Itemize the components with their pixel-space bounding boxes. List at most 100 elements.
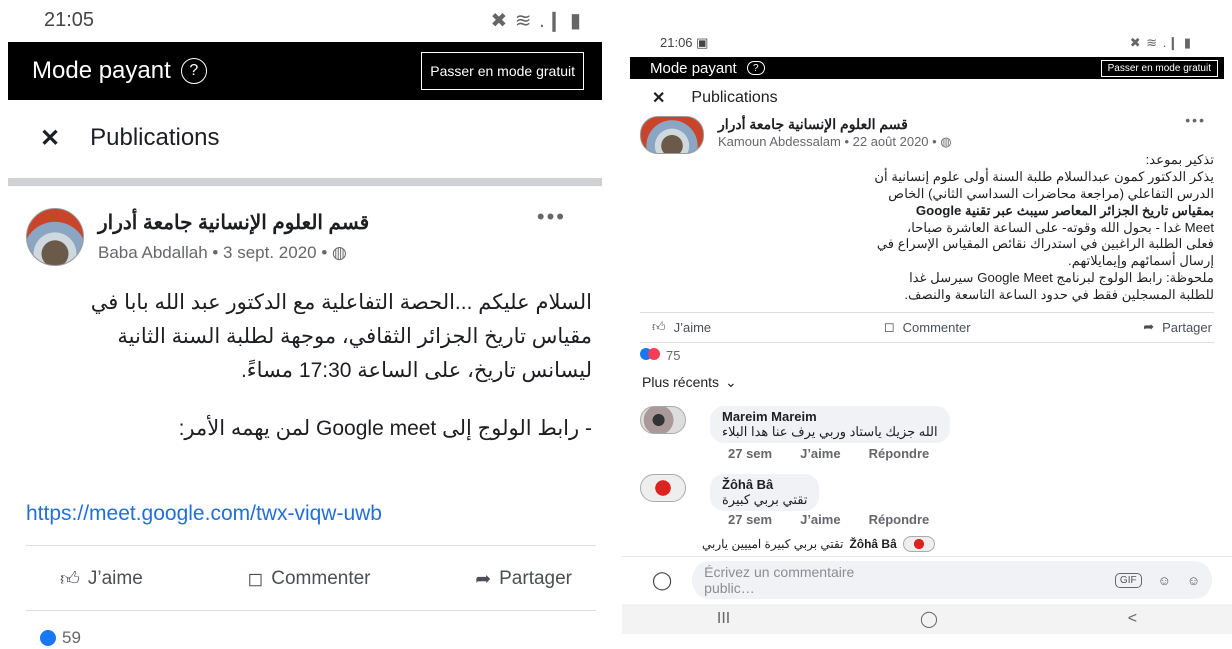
page-title: Publications — [691, 89, 778, 106]
sort-label: Plus récents — [642, 374, 720, 390]
body-line: ليسانس تاريخ، على الساعة 17:30 مساءً. — [240, 359, 592, 383]
reactions-summary[interactable]: 75 — [640, 348, 680, 363]
body-line: Meet غدا - بحول الله وقوته- على الساعة ا… — [906, 219, 1214, 235]
post-meta: Baba Abdallah • 3 sept. 2020 • ◍ — [98, 243, 347, 262]
post-actions: 👍︎ J’aime ◻ Commenter ➦ Partager — [60, 562, 572, 596]
body-line: تذكير بموعد: — [1145, 152, 1214, 167]
divider — [640, 342, 1214, 343]
commenter-name[interactable]: Mareim Mareim — [722, 409, 938, 424]
commenter-name[interactable]: Žôhâ Bâ — [722, 477, 807, 492]
gif-button[interactable]: GIF — [1114, 572, 1142, 588]
free-mode-button[interactable]: Passer en mode gratuit — [1100, 59, 1218, 77]
help-icon[interactable]: ? — [180, 58, 207, 84]
post-body: تذكير بموعد: يذكر الدكتور كمون عبدالسلام… — [640, 152, 1214, 304]
post-meta: Kamoun Abdessalam • 22 août 2020 • ◍ — [718, 134, 952, 149]
comment-label: Commenter — [271, 568, 371, 589]
spacer — [610, 0, 622, 649]
mode-bar: Mode payant ? Passer en mode gratuit — [8, 42, 602, 100]
close-icon[interactable]: ✕ — [40, 124, 60, 153]
help-icon[interactable]: ? — [746, 61, 765, 75]
status-bar: 21:06 ▣ ✖ ≋ .❙ ▮ — [622, 34, 1232, 52]
comment-button[interactable]: ◻ Commenter — [247, 568, 370, 591]
mode-title: Mode payant — [650, 59, 737, 77]
comment-item: Mareim Mareim الله جزيك ياستاد وربي يرف … — [640, 406, 1214, 443]
comment-button[interactable]: ◻ Commenter — [884, 319, 971, 335]
comment-like-button[interactable]: J’aime — [800, 512, 840, 527]
comment-input[interactable]: Écrivez un commentaire public… GIF ☺︎ ☺ — [692, 561, 1213, 599]
signal-icons: ✖ ≋ .❙ ▮ — [490, 9, 582, 32]
divider — [26, 610, 596, 611]
reaction-count: 75 — [666, 348, 681, 363]
free-mode-button[interactable]: Passer en mode gratuit — [421, 52, 584, 90]
home-button[interactable]: ◯ — [920, 609, 938, 629]
speech-bubble-icon: ◻ — [883, 319, 895, 334]
avatar[interactable] — [26, 208, 84, 266]
comment-label: Commenter — [902, 319, 971, 335]
more-icon[interactable]: ••• — [537, 204, 566, 230]
comment-text: تقتي بربي كبيرة — [722, 492, 808, 507]
comment-item: Žôhâ Bâ تقتي بربي كبيرة — [640, 474, 1214, 511]
avatar[interactable] — [640, 474, 686, 502]
like-button[interactable]: 👍︎ J’aime — [60, 568, 143, 591]
comment-placeholder: Écrivez un commentaire public… — [704, 563, 855, 596]
sticker-icon[interactable]: ☺︎ — [1158, 573, 1171, 588]
share-button[interactable]: ➦ Partager — [1143, 319, 1212, 335]
like-label: J’aime — [673, 319, 712, 335]
post-header: قسم العلوم الإنسانية جامعة أدرار Kamoun … — [640, 116, 952, 154]
body-line: السلام عليكم ...الحصة التفاعلية مع الدكت… — [90, 291, 592, 314]
divider — [8, 178, 602, 186]
mode-bar: Mode payant ? Passer en mode gratuit — [630, 57, 1224, 79]
sort-dropdown[interactable]: Plus récents ⌄ — [642, 374, 737, 391]
avatar[interactable] — [640, 116, 704, 154]
status-time: 21:05 — [44, 8, 95, 31]
page-title: Publications — [90, 124, 220, 151]
post-actions: 👍︎ J’aime ◻ Commenter ➦ Partager — [652, 318, 1212, 336]
post-header: قسم العلوم الإنسانية جامعة أدرار Baba Ab… — [26, 208, 369, 266]
publications-header: ✕ Publications — [40, 118, 220, 158]
avatar[interactable] — [640, 406, 686, 434]
camera-icon[interactable]: ◯ — [652, 570, 672, 591]
mode-title: Mode payant — [32, 57, 171, 84]
right-screenshot: 21:06 ▣ ✖ ≋ .❙ ▮ Mode payant ? Passer en… — [622, 0, 1232, 649]
emoji-icon[interactable]: ☺ — [1187, 573, 1200, 588]
reply-preview[interactable]: تقتي بربي كبيرة امييين ياربي Žôhâ Bâ — [702, 536, 935, 552]
like-reaction-icon — [40, 630, 56, 646]
left-screenshot: 21:05 ✖ ≋ .❙ ▮ Mode payant ? Passer en m… — [0, 0, 610, 649]
publications-header: ✕ Publications — [652, 88, 778, 108]
page-name[interactable]: قسم العلوم الإنسانية جامعة أدرار — [98, 210, 369, 235]
comment-like-button[interactable]: J’aime — [800, 446, 840, 461]
body-line: مقياس تاريخ الجزائر الثقافي، موجهة لطلبة… — [117, 325, 592, 349]
share-arrow-icon: ➦ — [475, 568, 492, 590]
reactions-summary[interactable]: 59 — [40, 628, 81, 648]
status-time: 21:06 ▣ — [660, 35, 709, 50]
thumbs-up-icon: 👍︎ — [60, 568, 80, 590]
body-line: - رابط الولوج إلى Google meet لمن يهمه ا… — [178, 417, 592, 441]
status-bar: 21:05 ✖ ≋ .❙ ▮ — [0, 0, 610, 40]
share-button[interactable]: ➦ Partager — [475, 568, 572, 591]
divider — [26, 545, 596, 546]
recent-apps-button[interactable]: III — [717, 610, 730, 628]
comment-footer: 27 sem J’aime Répondre — [728, 512, 929, 527]
like-label: J’aime — [87, 568, 143, 589]
post-body: السلام عليكم ...الحصة التفاعلية مع الدكت… — [26, 286, 592, 446]
body-line: بمقياس تاريخ الجزائر المعاصر سيبث عبر تق… — [915, 202, 1214, 218]
divider — [640, 312, 1214, 313]
comment-text: الله جزيك ياستاد وربي يرف عنا هدا البلاء — [722, 424, 938, 439]
comment-age: 27 sem — [728, 512, 773, 527]
comment-bubble: Žôhâ Bâ تقتي بربي كبيرة — [710, 474, 820, 511]
body-line: للطلبة المسجلين فقط في حدود الساعة التاس… — [904, 287, 1214, 303]
body-line: إرسال أسمائهم وإيمايلاتهم. — [1068, 253, 1214, 269]
close-icon[interactable]: ✕ — [652, 88, 665, 108]
signal-icons: ✖ ≋ .❙ ▮ — [1129, 35, 1192, 50]
comment-reply-button[interactable]: Répondre — [869, 512, 930, 527]
body-line: يذكر الدكتور كمون عبدالسلام طلبة السنة أ… — [874, 168, 1214, 184]
back-button[interactable]: < — [1128, 610, 1137, 628]
meet-link[interactable]: https://meet.google.com/twx-viqw-uwb — [26, 502, 382, 526]
reaction-count: 59 — [62, 628, 81, 647]
like-button[interactable]: 👍︎ J’aime — [652, 319, 711, 335]
more-icon[interactable]: ••• — [1185, 112, 1206, 128]
comment-reply-button[interactable]: Répondre — [869, 446, 930, 461]
body-line: الدرس التفاعلي (مراجعة محاضرات السداسي ا… — [888, 185, 1214, 201]
comment-age: 27 sem — [728, 446, 773, 461]
page-name[interactable]: قسم العلوم الإنسانية جامعة أدرار — [718, 116, 952, 133]
